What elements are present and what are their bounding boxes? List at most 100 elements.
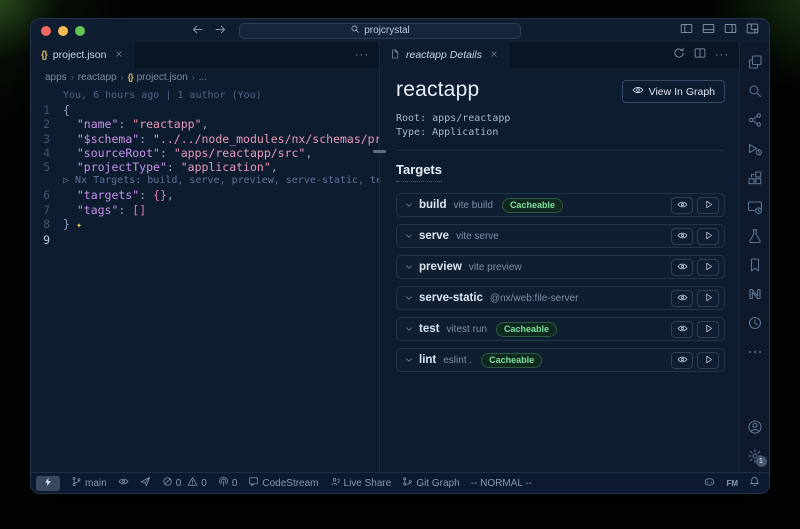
view-target-button[interactable] — [671, 352, 693, 369]
target-row-serve[interactable]: servevite serve — [396, 224, 725, 248]
minimize-window-button[interactable] — [58, 26, 68, 36]
target-command: vite serve — [456, 231, 499, 242]
settings-icon[interactable]: 1 — [747, 448, 763, 464]
breadcrumb-item[interactable]: project.json — [137, 72, 188, 83]
project-root: Root: apps/reactapp — [396, 112, 725, 126]
chevron-down-icon[interactable] — [404, 200, 414, 210]
target-row-lint[interactable]: linteslint .Cacheable — [396, 348, 725, 372]
send-icon — [140, 476, 151, 490]
chevron-down-icon[interactable] — [404, 355, 414, 365]
chevron-down-icon[interactable] — [404, 293, 414, 303]
tab-reactapp-details[interactable]: reactapp Details — [380, 42, 509, 68]
run-target-button[interactable] — [697, 197, 719, 214]
run-target-button[interactable] — [697, 321, 719, 338]
remote-explorer-icon[interactable] — [747, 199, 763, 215]
status-label: Git Graph — [416, 478, 459, 489]
branch-icon — [71, 476, 82, 490]
live-share[interactable]: Live Share — [330, 476, 392, 490]
fm-indicator[interactable]: FM — [726, 479, 738, 488]
view-target-button[interactable] — [671, 228, 693, 245]
maximize-window-button[interactable] — [75, 26, 85, 36]
target-command: vitest run — [446, 324, 487, 335]
run-target-button[interactable] — [697, 259, 719, 276]
play-icon — [703, 322, 714, 337]
line-number: 4 — [31, 146, 63, 160]
vim-mode[interactable]: -- NORMAL -- — [471, 478, 532, 489]
target-row-test[interactable]: testvitest runCacheable — [396, 317, 725, 341]
json-file-icon: {} — [41, 50, 47, 61]
view-target-button[interactable] — [671, 321, 693, 338]
more-icon[interactable] — [747, 344, 763, 360]
line-number: 6 — [31, 188, 63, 202]
codestream[interactable]: CodeStream — [248, 476, 318, 490]
view-target-button[interactable] — [671, 197, 693, 214]
extension-indicator[interactable] — [140, 476, 151, 490]
tab-label: project.json — [53, 49, 107, 61]
ports-indicator[interactable]: 0 — [218, 476, 238, 490]
run-target-button[interactable] — [697, 228, 719, 245]
editor-actions-more-icon[interactable]: ··· — [715, 49, 729, 61]
tab-project-json[interactable]: {} project.json — [31, 42, 134, 68]
toggle-secondary-sidebar-icon[interactable] — [724, 22, 737, 40]
navigate-forward-icon[interactable] — [214, 23, 227, 39]
remote-indicator[interactable] — [36, 476, 60, 491]
view-in-graph-button[interactable]: View In Graph — [622, 80, 725, 103]
code-line: 6 "targets": {}, — [31, 188, 379, 202]
chevron-down-icon[interactable] — [404, 324, 414, 334]
run-debug-icon[interactable] — [747, 141, 763, 157]
close-tab-icon[interactable] — [115, 50, 123, 60]
editor-actions-more-icon[interactable]: ··· — [355, 49, 369, 61]
nx-console-icon[interactable] — [747, 286, 763, 302]
problems-indicator[interactable]: 00 — [162, 476, 207, 490]
run-target-button[interactable] — [697, 352, 719, 369]
refresh-icon[interactable] — [673, 46, 685, 64]
problems-errors[interactable]: 0 — [162, 476, 182, 490]
testing-icon[interactable] — [747, 228, 763, 244]
target-command: @nx/web:file-server — [490, 293, 579, 304]
view-target-button[interactable] — [671, 290, 693, 307]
toggle-primary-sidebar-icon[interactable] — [680, 22, 693, 40]
settings-badge: 1 — [756, 456, 767, 467]
target-row-build[interactable]: buildvite buildCacheable — [396, 193, 725, 217]
chevron-down-icon[interactable] — [404, 262, 414, 272]
play-icon — [703, 198, 714, 213]
copilot-status[interactable] — [704, 476, 715, 490]
breadcrumb-item[interactable]: reactapp — [78, 72, 117, 83]
sash-handle[interactable] — [373, 150, 386, 153]
customize-layout-icon[interactable] — [746, 22, 759, 40]
extensions-icon[interactable] — [747, 170, 763, 186]
timeline-icon[interactable] — [747, 315, 763, 331]
liveshare-icon — [330, 476, 341, 490]
problems-warnings[interactable]: 0 — [187, 476, 207, 490]
code-line: 9 — [31, 233, 379, 247]
split-editor-icon[interactable] — [694, 46, 706, 64]
breadcrumb-item[interactable]: apps — [45, 72, 67, 83]
nx-codelens-line[interactable]: ▷ Nx Targets: build, serve, preview, ser… — [31, 174, 379, 188]
close-tab-icon[interactable] — [490, 50, 498, 60]
target-row-preview[interactable]: previewvite preview — [396, 255, 725, 279]
account-icon[interactable] — [747, 419, 763, 435]
source-control-icon[interactable] — [747, 112, 763, 128]
code-editor[interactable]: You, 6 hours ago | 1 author (You)1{2 "na… — [31, 86, 379, 472]
status-label: Live Share — [344, 478, 392, 489]
command-center-search[interactable]: projcrystal — [239, 23, 521, 39]
breadcrumb-item[interactable]: ... — [199, 72, 207, 83]
gitlens-blame-toggle[interactable] — [118, 476, 129, 490]
close-window-button[interactable] — [41, 26, 51, 36]
navigate-back-icon[interactable] — [191, 23, 204, 39]
run-target-button[interactable] — [697, 290, 719, 307]
search-icon[interactable] — [747, 83, 763, 99]
explorer-icon[interactable] — [747, 54, 763, 70]
chevron-down-icon[interactable] — [404, 231, 414, 241]
target-row-serve-static[interactable]: serve-static@nx/web:file-server — [396, 286, 725, 310]
notifications-bell[interactable] — [749, 476, 760, 490]
code-line: 1{ — [31, 103, 379, 117]
git-graph[interactable]: Git Graph — [402, 476, 459, 490]
editor-group-divider[interactable] — [379, 42, 380, 472]
breadcrumb-separator: › — [192, 72, 195, 82]
search-icon — [350, 24, 360, 37]
toggle-panel-icon[interactable] — [702, 22, 715, 40]
git-branch[interactable]: main — [71, 476, 107, 490]
bookmarks-icon[interactable] — [747, 257, 763, 273]
view-target-button[interactable] — [671, 259, 693, 276]
